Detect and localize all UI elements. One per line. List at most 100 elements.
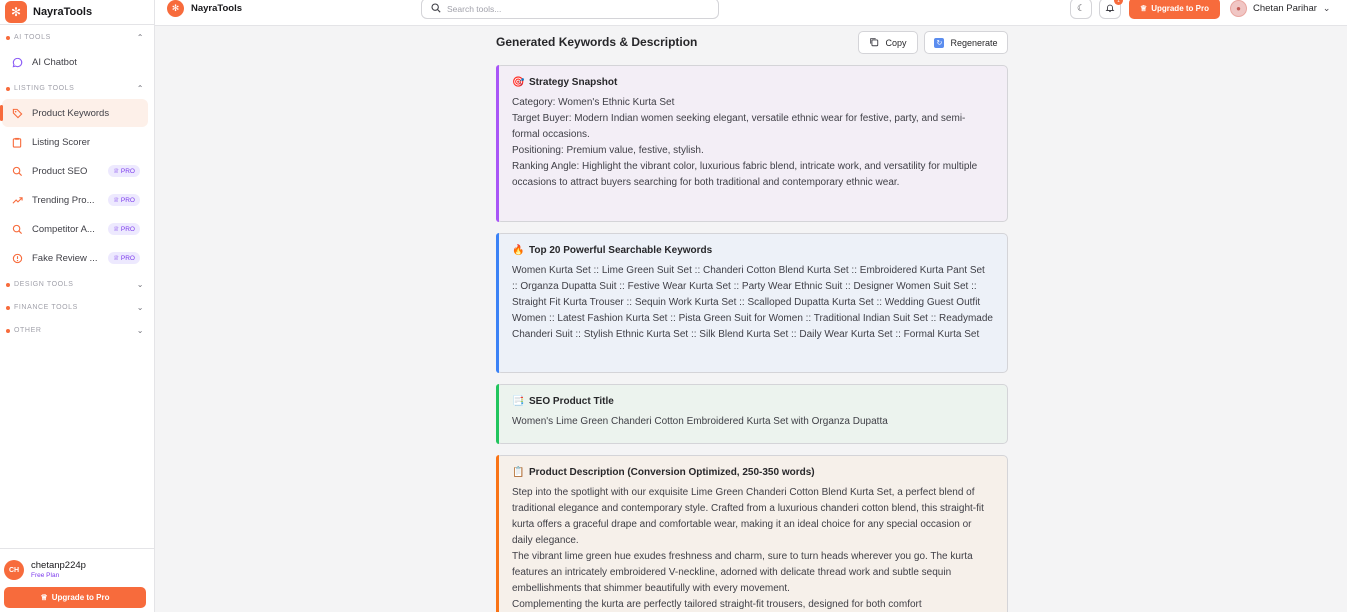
logo-icon[interactable]: ✻ bbox=[167, 0, 184, 17]
bell-icon bbox=[1105, 3, 1115, 15]
regenerate-button[interactable]: ↻ Regenerate bbox=[924, 31, 1008, 54]
chat-bubble-icon bbox=[11, 56, 23, 68]
pro-badge: ♕ PRO bbox=[108, 223, 140, 235]
brand-name: NayraTools bbox=[33, 6, 93, 18]
refresh-icon: ↻ bbox=[934, 37, 945, 48]
seo-title-card: 📑 SEO Product Title Women's Lime Green C… bbox=[496, 384, 1008, 444]
topbar-brand-name: NayraTools bbox=[191, 3, 243, 14]
clipboard-icon: 📋 bbox=[512, 467, 525, 478]
section-dot-icon bbox=[6, 328, 10, 333]
description-paragraph: Complementing the kurta are perfectly ta… bbox=[512, 599, 922, 610]
upgrade-label: Upgrade to Pro bbox=[51, 593, 110, 602]
card-title: SEO Product Title bbox=[529, 396, 614, 407]
sidebar-item-label: Competitor A... bbox=[32, 223, 95, 235]
sidebar-item-product-keywords[interactable]: Product Keywords bbox=[0, 99, 148, 127]
chevron-down-icon: ⌄ bbox=[1322, 3, 1331, 13]
sidebar: ✻ NayraTools AI TOOLS ⌃ AI Chatbot LISTI… bbox=[0, 0, 155, 612]
section-dot-icon bbox=[6, 35, 10, 40]
keywords-card: 🔥 Top 20 Powerful Searchable Keywords Wo… bbox=[496, 233, 1008, 373]
keywords-list: Women Kurta Set :: Lime Green Suit Set :… bbox=[512, 265, 993, 340]
sidebar-item-listing-scorer[interactable]: Listing Scorer bbox=[2, 128, 148, 156]
sidebar-item-label: Fake Review ... bbox=[32, 252, 98, 264]
search-icon bbox=[11, 223, 23, 235]
alert-circle-icon bbox=[11, 252, 23, 264]
card-title: Top 20 Powerful Searchable Keywords bbox=[529, 245, 713, 256]
strategy-target-buyer: Target Buyer: Modern Indian women seekin… bbox=[512, 113, 966, 140]
search-icon bbox=[431, 2, 441, 15]
user-name: chetanp224p bbox=[31, 560, 86, 571]
sidebar-item-label: Trending Pro... bbox=[32, 194, 95, 206]
sidebar-user-panel: CH chetanp224p Free Plan ♕ Upgrade to Pr… bbox=[0, 548, 154, 612]
notification-count: 1 bbox=[1114, 0, 1123, 5]
search-bar[interactable] bbox=[421, 0, 719, 19]
section-finance-tools[interactable]: FINANCE TOOLS ⌄ bbox=[0, 297, 154, 318]
copy-label: Copy bbox=[885, 37, 907, 48]
strategy-snapshot-card: 🎯 Strategy Snapshot Category: Women's Et… bbox=[496, 65, 1008, 222]
pro-badge: ♕ PRO bbox=[108, 252, 140, 264]
chevron-down-icon: ⌄ bbox=[136, 280, 144, 289]
search-chart-icon bbox=[11, 165, 23, 177]
card-title: Product Description (Conversion Optimize… bbox=[529, 467, 815, 478]
sidebar-item-ai-chatbot[interactable]: AI Chatbot bbox=[2, 48, 148, 76]
logo-icon: ✻ bbox=[5, 1, 27, 23]
sidebar-item-label: Listing Scorer bbox=[32, 136, 91, 148]
description-paragraph: The vibrant lime green hue exudes freshn… bbox=[512, 551, 973, 594]
chevron-up-icon: ⌃ bbox=[136, 84, 144, 93]
theme-toggle-button[interactable]: ☾ bbox=[1070, 0, 1092, 19]
chevron-down-icon: ⌄ bbox=[136, 303, 144, 312]
section-label: AI TOOLS bbox=[14, 34, 51, 41]
pro-badge: ♕ PRO bbox=[108, 165, 140, 177]
page-title: Generated Keywords & Description bbox=[496, 35, 698, 49]
chevron-up-icon: ⌃ bbox=[136, 33, 144, 42]
card-title: Strategy Snapshot bbox=[529, 77, 618, 88]
section-dot-icon bbox=[6, 305, 10, 310]
sidebar-item-fake-review[interactable]: Fake Review ... ♕ PRO bbox=[2, 244, 148, 272]
section-label: LISTING TOOLS bbox=[14, 85, 75, 92]
seo-title-text: Women's Lime Green Chanderi Cotton Embro… bbox=[512, 416, 888, 427]
crown-icon: ♕ bbox=[40, 593, 48, 602]
chevron-down-icon: ⌄ bbox=[136, 326, 144, 335]
clipboard-icon bbox=[11, 136, 23, 148]
profile-name: Chetan Parihar bbox=[1253, 3, 1317, 14]
sidebar-item-trending-products[interactable]: Trending Pro... ♕ PRO bbox=[2, 186, 148, 214]
target-icon: 🎯 bbox=[512, 77, 525, 88]
regenerate-label: Regenerate bbox=[950, 37, 998, 48]
section-dot-icon bbox=[6, 86, 10, 91]
sidebar-item-label: Product Keywords bbox=[32, 107, 110, 119]
section-listing-tools[interactable]: LISTING TOOLS ⌃ bbox=[0, 78, 154, 99]
section-label: FINANCE TOOLS bbox=[14, 304, 78, 311]
strategy-ranking-angle: Ranking Angle: Highlight the vibrant col… bbox=[512, 161, 978, 188]
strategy-category: Category: Women's Ethnic Kurta Set bbox=[512, 97, 675, 108]
profile-menu[interactable]: ● Chetan Parihar ⌄ bbox=[1230, 0, 1330, 17]
search-input[interactable] bbox=[447, 3, 707, 14]
user-plan: Free Plan bbox=[31, 572, 60, 579]
upgrade-label: Upgrade to Pro bbox=[1151, 4, 1209, 13]
document-icon: 📑 bbox=[512, 396, 525, 407]
sidebar-item-competitor-analysis[interactable]: Competitor A... ♕ PRO bbox=[2, 215, 148, 243]
trending-up-icon bbox=[11, 194, 23, 206]
avatar: ● bbox=[1230, 0, 1247, 17]
moon-icon: ☾ bbox=[1076, 3, 1086, 13]
section-dot-icon bbox=[6, 282, 10, 287]
section-other[interactable]: OTHER ⌄ bbox=[0, 320, 154, 341]
sidebar-item-label: AI Chatbot bbox=[32, 56, 77, 68]
product-description-card: 📋 Product Description (Conversion Optimi… bbox=[496, 455, 1008, 612]
topbar-upgrade-button[interactable]: ♕ Upgrade to Pro bbox=[1129, 0, 1220, 19]
copy-icon bbox=[869, 37, 879, 49]
sidebar-item-product-seo[interactable]: Product SEO ♕ PRO bbox=[2, 157, 148, 185]
section-label: OTHER bbox=[14, 327, 42, 334]
user-avatar[interactable]: CH bbox=[4, 560, 24, 580]
fire-icon: 🔥 bbox=[512, 245, 525, 256]
copy-button[interactable]: Copy bbox=[858, 31, 918, 54]
strategy-positioning: Positioning: Premium value, festive, sty… bbox=[512, 145, 704, 156]
sidebar-item-label: Product SEO bbox=[32, 165, 88, 177]
sidebar-upgrade-button[interactable]: ♕ Upgrade to Pro bbox=[4, 587, 146, 608]
topbar: ✻ NayraTools ☾ 1 ♕ Upgrade to Pro ● Chet… bbox=[155, 0, 1347, 26]
section-ai-tools[interactable]: AI TOOLS ⌃ bbox=[0, 27, 154, 48]
section-design-tools[interactable]: DESIGN TOOLS ⌄ bbox=[0, 274, 154, 295]
description-paragraph: Step into the spotlight with our exquisi… bbox=[512, 487, 984, 546]
sidebar-brand[interactable]: ✻ NayraTools bbox=[0, 0, 154, 25]
section-label: DESIGN TOOLS bbox=[14, 281, 74, 288]
notifications-button[interactable]: 1 bbox=[1099, 0, 1123, 19]
pro-badge: ♕ PRO bbox=[108, 194, 140, 206]
